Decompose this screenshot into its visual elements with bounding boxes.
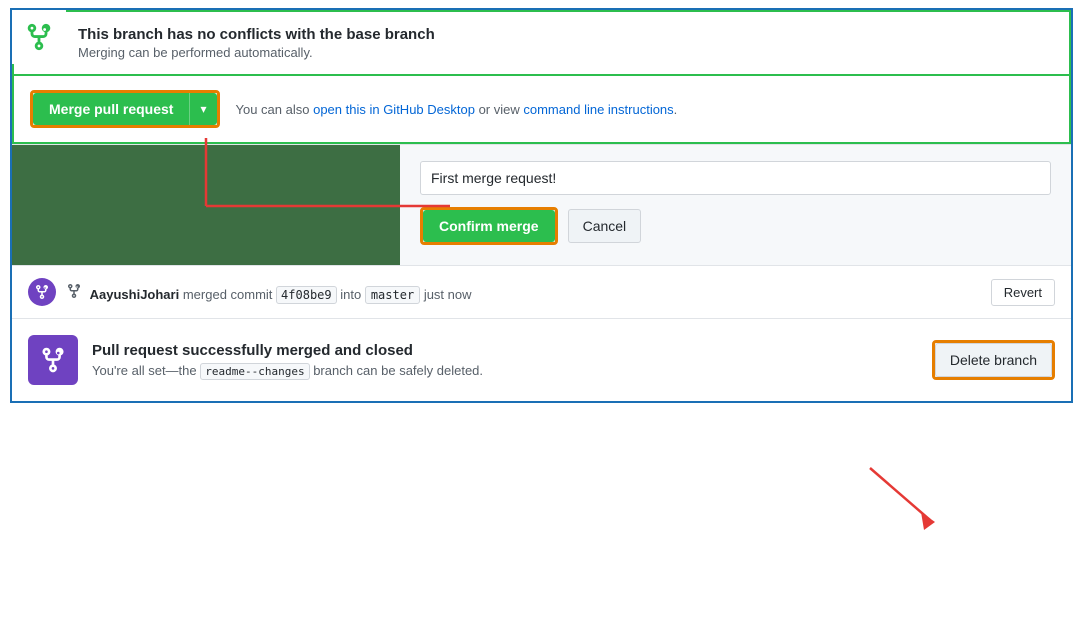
user-avatar — [28, 278, 56, 306]
helper-prefix: You can also — [236, 102, 314, 117]
delete-branch-button[interactable]: Delete branch — [935, 343, 1052, 377]
confirm-merge-button[interactable]: Confirm merge — [423, 210, 555, 242]
merged-username: AayushiJohari — [90, 287, 180, 302]
no-conflicts-section: This branch has no conflicts with the ba… — [12, 10, 1071, 76]
no-conflicts-subtitle: Merging can be performed automatically. — [78, 45, 435, 60]
into-text: into — [340, 287, 365, 302]
confirm-actions: Confirm merge Cancel — [420, 207, 1051, 245]
merged-info-section: AayushiJohari merged commit 4f08be9 into… — [12, 265, 1071, 318]
merge-dropdown-button[interactable]: ▾ — [189, 93, 216, 125]
success-section: Pull request successfully merged and clo… — [12, 318, 1071, 401]
merge-icon-purple-bg — [28, 335, 78, 385]
no-conflicts-title: This branch has no conflicts with the ba… — [78, 26, 435, 43]
no-conflicts-text: This branch has no conflicts with the ba… — [78, 26, 435, 60]
merge-helper-text: You can also open this in GitHub Desktop… — [236, 102, 678, 117]
subtitle-prefix: You're all set—the — [92, 363, 200, 378]
command-line-link[interactable]: command line instructions — [523, 102, 673, 117]
success-subtitle: You're all set—the readme--changes branc… — [92, 363, 918, 378]
merge-commit-icon — [66, 283, 82, 299]
merge-section: Merge pull request ▾ You can also open t… — [12, 74, 1071, 144]
merged-text: AayushiJohari merged commit 4f08be9 into… — [66, 283, 981, 302]
delete-branch-orange-border: Delete branch — [932, 340, 1055, 380]
branch-name: master — [365, 286, 420, 304]
revert-button[interactable]: Revert — [991, 279, 1055, 306]
helper-mid: or view — [475, 102, 523, 117]
commit-hash: 4f08be9 — [276, 286, 337, 304]
merge-success-icon — [39, 346, 67, 374]
git-merge-icon-topleft — [24, 22, 54, 52]
deleted-branch-name: readme--changes — [200, 363, 309, 380]
success-text: Pull request successfully merged and clo… — [92, 342, 918, 378]
success-title: Pull request successfully merged and clo… — [92, 342, 918, 359]
confirm-merge-section: Confirm merge Cancel — [12, 144, 1071, 265]
confirm-left-panel — [12, 145, 400, 265]
helper-suffix: . — [674, 102, 678, 117]
time-value: just now — [424, 287, 472, 302]
merged-action: merged commit — [183, 287, 276, 302]
merge-icon-small — [34, 284, 50, 300]
commit-message-input[interactable] — [420, 161, 1051, 195]
cancel-button[interactable]: Cancel — [568, 209, 642, 243]
merge-btn-orange-border: Merge pull request ▾ — [30, 90, 220, 128]
subtitle-suffix: branch can be safely deleted. — [310, 363, 483, 378]
confirm-right-panel: Confirm merge Cancel — [400, 145, 1071, 265]
github-desktop-link[interactable]: open this in GitHub Desktop — [313, 102, 475, 117]
merge-pull-request-button[interactable]: Merge pull request — [33, 93, 189, 125]
confirm-merge-orange-border: Confirm merge — [420, 207, 558, 245]
git-icon-topleft — [10, 8, 66, 64]
